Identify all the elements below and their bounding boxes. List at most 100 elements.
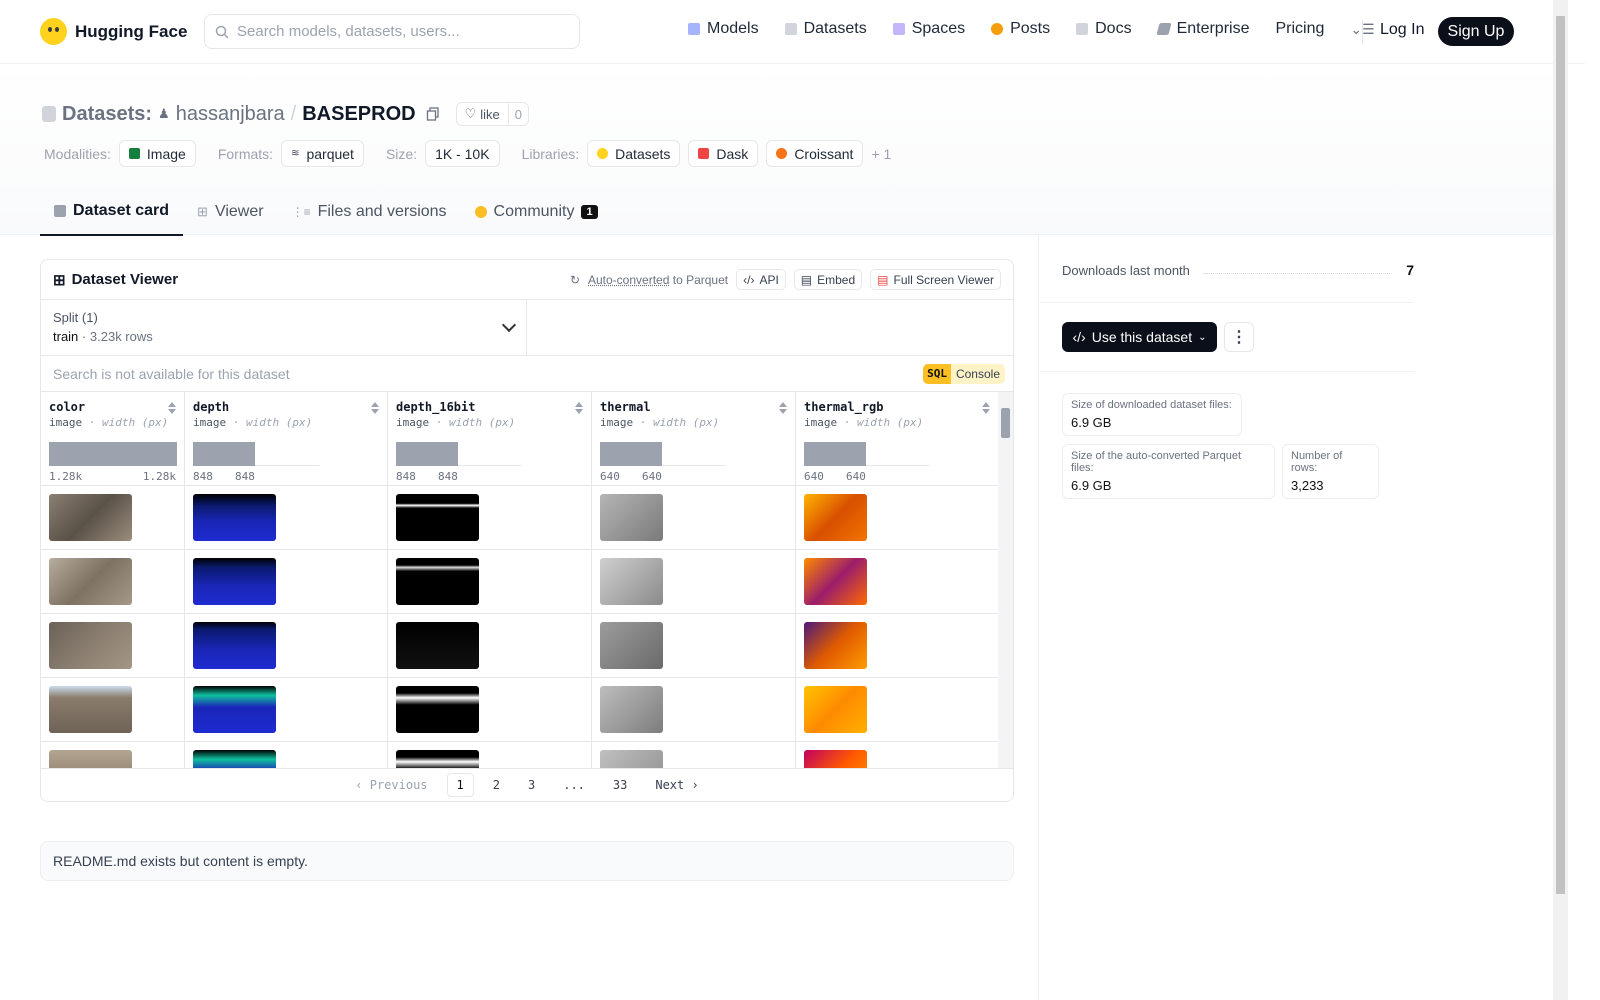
column-thermal[interactable]: thermal image · width (px) 640 640: [592, 392, 796, 485]
nav-posts[interactable]: Posts: [991, 20, 1050, 38]
table-cell[interactable]: [41, 742, 185, 768]
image-thumbnail[interactable]: [396, 494, 479, 541]
sort-icon[interactable]: [575, 402, 583, 414]
tab-dataset-card[interactable]: Dataset card: [40, 190, 184, 236]
table-cell[interactable]: [796, 742, 999, 768]
table-cell[interactable]: [388, 742, 592, 768]
search-input[interactable]: [237, 23, 557, 40]
table-row[interactable]: [41, 486, 1013, 550]
histogram-bar[interactable]: [600, 442, 662, 466]
image-thumbnail[interactable]: [804, 558, 867, 605]
tag-library-datasets[interactable]: Datasets: [587, 140, 681, 167]
tag-library-dask[interactable]: Dask: [688, 140, 759, 167]
table-cell[interactable]: [592, 678, 796, 741]
image-thumbnail[interactable]: [396, 558, 479, 605]
image-thumbnail[interactable]: [49, 686, 132, 733]
nav-enterprise[interactable]: Enterprise: [1155, 20, 1249, 38]
image-thumbnail[interactable]: [193, 622, 276, 669]
tag-format-parquet[interactable]: ≋ parquet: [281, 140, 364, 167]
table-row[interactable]: [41, 550, 1013, 614]
image-thumbnail[interactable]: [600, 622, 663, 669]
table-cell[interactable]: [41, 614, 185, 677]
more-options-button[interactable]: ⋮: [1224, 322, 1254, 352]
tag-size[interactable]: 1K - 10K: [425, 140, 500, 167]
table-row[interactable]: [41, 678, 1013, 742]
image-thumbnail[interactable]: [804, 686, 867, 733]
nav-datasets[interactable]: Datasets: [784, 20, 867, 38]
table-cell[interactable]: [41, 486, 185, 549]
histogram-bar[interactable]: [804, 442, 866, 466]
column-depth[interactable]: depth image · width (px) 848 848: [185, 392, 388, 485]
image-thumbnail[interactable]: [49, 494, 132, 541]
repo-name[interactable]: BASEPROD: [302, 103, 415, 126]
section-label[interactable]: Datasets:: [62, 103, 152, 126]
image-thumbnail[interactable]: [600, 750, 663, 768]
table-row[interactable]: [41, 614, 1013, 678]
api-button[interactable]: ‹/› API: [736, 269, 786, 290]
tab-viewer[interactable]: ⊞ Viewer: [183, 190, 278, 236]
column-depth_16bit[interactable]: depth_16bit image · width (px) 848 848: [388, 392, 592, 485]
grid-scrollbar[interactable]: [998, 392, 1013, 768]
auto-converted-link[interactable]: Auto-converted: [588, 273, 669, 287]
image-thumbnail[interactable]: [396, 622, 479, 669]
sql-console-button[interactable]: SQL Console: [923, 363, 1005, 384]
image-thumbnail[interactable]: [49, 750, 132, 768]
sort-icon[interactable]: [168, 402, 176, 414]
table-cell[interactable]: [41, 550, 185, 613]
image-thumbnail[interactable]: [600, 494, 663, 541]
column-color[interactable]: color image · width (px) 1.28k 1.28k: [41, 392, 185, 485]
table-cell[interactable]: [388, 550, 592, 613]
table-cell[interactable]: [41, 678, 185, 741]
histogram-bar[interactable]: [396, 442, 458, 466]
table-cell[interactable]: [185, 486, 388, 549]
table-cell[interactable]: [185, 614, 388, 677]
signup-button[interactable]: Sign Up: [1438, 17, 1514, 46]
login-link[interactable]: Log In: [1380, 21, 1424, 39]
page-33[interactable]: 33: [604, 774, 636, 796]
table-cell[interactable]: [388, 678, 592, 741]
like-button[interactable]: ♡ like 0: [455, 102, 529, 126]
image-thumbnail[interactable]: [600, 686, 663, 733]
table-cell[interactable]: [796, 678, 999, 741]
image-thumbnail[interactable]: [49, 622, 132, 669]
tab-files[interactable]: ⋮≡ Files and versions: [278, 190, 461, 236]
image-thumbnail[interactable]: [396, 686, 479, 733]
table-row[interactable]: [41, 742, 1013, 768]
embed-button[interactable]: ▤ Embed: [793, 269, 863, 290]
image-thumbnail[interactable]: [804, 494, 867, 541]
table-cell[interactable]: [592, 486, 796, 549]
image-thumbnail[interactable]: [804, 622, 867, 669]
table-cell[interactable]: [388, 614, 592, 677]
image-thumbnail[interactable]: [193, 558, 276, 605]
image-thumbnail[interactable]: [396, 750, 479, 768]
image-thumbnail[interactable]: [193, 494, 276, 541]
full-screen-button[interactable]: ▤ Full Screen Viewer: [870, 269, 1001, 290]
table-cell[interactable]: [796, 614, 999, 677]
image-thumbnail[interactable]: [193, 686, 276, 733]
global-search[interactable]: [204, 14, 580, 49]
nav-pricing[interactable]: Pricing: [1275, 20, 1324, 38]
image-thumbnail[interactable]: [193, 750, 276, 768]
scroll-thumb[interactable]: [1001, 408, 1010, 438]
table-cell[interactable]: [592, 742, 796, 768]
tab-community[interactable]: Community 1: [461, 190, 612, 236]
table-cell[interactable]: [592, 550, 796, 613]
split-selector[interactable]: Split (1) train · 3.23k rows: [41, 300, 527, 355]
hf-logo[interactable]: Hugging Face: [40, 18, 187, 45]
page-scroll-thumb[interactable]: [1556, 16, 1565, 894]
table-cell[interactable]: [796, 486, 999, 549]
owner-link[interactable]: hassanjbara: [176, 103, 285, 126]
libraries-more[interactable]: + 1: [871, 146, 891, 162]
table-cell[interactable]: [388, 486, 592, 549]
page-scrollbar[interactable]: [1553, 0, 1568, 1000]
page-3[interactable]: 3: [519, 774, 544, 796]
histogram-bar[interactable]: [49, 442, 177, 466]
tag-library-croissant[interactable]: Croissant: [766, 140, 864, 167]
column-thermal_rgb[interactable]: thermal_rgb image · width (px) 640 640: [796, 392, 999, 485]
next-page-button[interactable]: Next ›: [646, 774, 707, 796]
copy-icon[interactable]: [426, 107, 440, 121]
prev-page-button[interactable]: ‹ Previous: [346, 774, 436, 796]
image-thumbnail[interactable]: [600, 558, 663, 605]
page-2[interactable]: 2: [484, 774, 509, 796]
sort-icon[interactable]: [779, 402, 787, 414]
